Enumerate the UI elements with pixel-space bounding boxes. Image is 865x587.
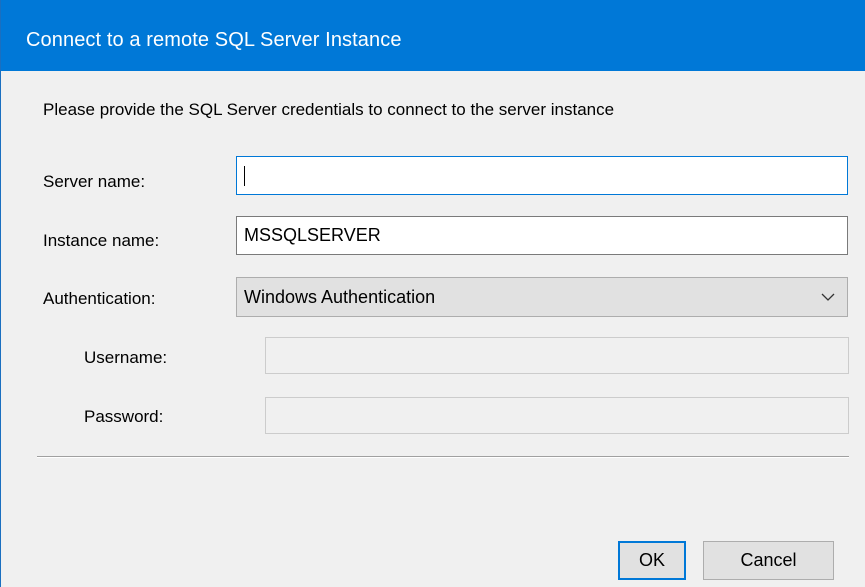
username-label: Username: (84, 348, 168, 367)
dialog-title: Connect to a remote SQL Server Instance (26, 29, 402, 51)
connect-dialog: Connect to a remote SQL Server Instance … (0, 0, 865, 587)
dialog-description: Please provide the SQL Server credential… (43, 100, 615, 119)
instance-name-value: MSSQLSERVER (244, 225, 381, 245)
instance-name-label: Instance name: (43, 231, 160, 250)
chevron-down-icon (821, 293, 835, 301)
server-name-label: Server name: (43, 172, 146, 191)
password-label: Password: (84, 407, 164, 426)
authentication-label: Authentication: (43, 289, 156, 308)
username-input[interactable] (265, 337, 849, 374)
authentication-select[interactable]: Windows Authentication (236, 277, 848, 317)
password-input[interactable] (265, 397, 849, 434)
title-bar: Connect to a remote SQL Server Instance (1, 0, 865, 71)
separator (37, 456, 849, 458)
ok-button[interactable]: OK (618, 541, 686, 580)
text-caret (244, 165, 245, 186)
cancel-button[interactable]: Cancel (703, 541, 834, 580)
authentication-selected: Windows Authentication (244, 286, 436, 307)
server-name-input[interactable] (236, 156, 848, 195)
instance-name-input[interactable]: MSSQLSERVER (236, 216, 848, 255)
